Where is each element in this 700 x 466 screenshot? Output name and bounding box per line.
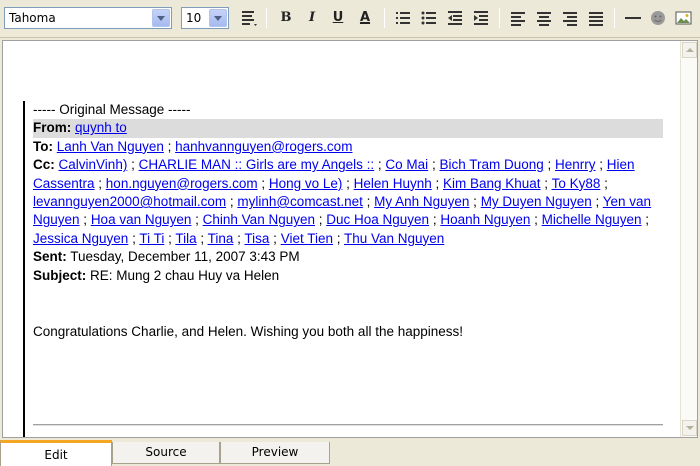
font-family-value: Tahoma: [9, 11, 56, 25]
toolbar-separator: [499, 8, 500, 28]
cc-link[interactable]: Hoa van Nguyen: [91, 212, 192, 227]
cc-link[interactable]: Helen Huynh: [354, 176, 432, 191]
underline-button[interactable]: U: [327, 7, 349, 29]
view-tabs: Edit Source Preview: [0, 440, 700, 466]
cc-link[interactable]: Tisa: [244, 231, 269, 246]
scroll-down-icon[interactable]: [682, 420, 697, 436]
vertical-scrollbar[interactable]: [680, 41, 697, 437]
cc-link[interactable]: Viet Tien: [281, 231, 333, 246]
cc-link[interactable]: Hoanh Nguyen: [440, 212, 530, 227]
indent-icon[interactable]: [470, 7, 492, 29]
bold-button[interactable]: B: [275, 7, 297, 29]
toolbar-separator: [266, 8, 267, 28]
outdent-icon[interactable]: [444, 7, 466, 29]
tab-preview[interactable]: Preview: [220, 442, 330, 464]
toolbar-separator: [384, 8, 385, 28]
cc-link[interactable]: Thu Van Nguyen: [344, 231, 444, 246]
from-link[interactable]: quynh to: [75, 120, 127, 135]
bullet-list-icon[interactable]: [418, 7, 440, 29]
font-color-button[interactable]: A: [354, 7, 376, 29]
original-message-header: ----- Original Message -----: [33, 102, 191, 117]
cc-link[interactable]: Kim Bang Khuat: [443, 176, 541, 191]
cc-link[interactable]: My Duyen Nguyen: [481, 194, 592, 209]
scroll-up-icon[interactable]: [682, 42, 697, 58]
cc-link[interactable]: Chinh Van Nguyen: [203, 212, 315, 227]
to-link[interactable]: Lanh Van Nguyen: [57, 139, 164, 154]
sent-label: Sent:: [33, 249, 67, 265]
align-center-icon[interactable]: [533, 7, 555, 29]
cc-link[interactable]: Tina: [208, 231, 234, 246]
cc-link[interactable]: hon.nguyen@rogers.com: [106, 176, 258, 191]
justify-icon[interactable]: [585, 7, 607, 29]
cc-link[interactable]: Henrry: [555, 157, 596, 172]
cc-line: Cc: CalvinVinh) ; CHARLIE MAN :: Girls a…: [33, 157, 652, 246]
horizontal-rule-icon[interactable]: [622, 7, 644, 29]
cc-link[interactable]: To Ky88: [552, 176, 601, 191]
quoted-message: ----- Original Message ----- From: quynh…: [23, 101, 663, 437]
sent-line: Sent: Tuesday, December 11, 2007 3:43 PM: [33, 248, 663, 266]
emoticon-icon[interactable]: [647, 7, 669, 29]
insert-image-icon[interactable]: [673, 7, 695, 29]
cc-link[interactable]: levannguyen2000@hotmail.com: [33, 194, 226, 209]
tab-source[interactable]: Source: [112, 442, 220, 464]
cc-link[interactable]: Duc Hoa Nguyen: [326, 212, 429, 227]
font-size-select[interactable]: 10: [181, 7, 229, 29]
from-line: From: quynh to: [33, 119, 663, 138]
message-editor[interactable]: ----- Original Message ----- From: quynh…: [2, 40, 698, 438]
cc-label: Cc:: [33, 157, 55, 173]
subject-line: Subject: RE: Mung 2 chau Huy va Helen: [33, 267, 663, 285]
formatting-toolbar: Tahoma 10 B I U A: [0, 0, 700, 38]
subject-value: RE: Mung 2 chau Huy va Helen: [90, 267, 280, 283]
font-family-select[interactable]: Tahoma: [4, 7, 172, 29]
cc-link[interactable]: Jessica Nguyen: [33, 231, 128, 246]
cc-link[interactable]: CHARLIE MAN :: Girls are my Angels ::: [139, 157, 375, 172]
to-line: To: Lanh Van Nguyen ; hanhvannguyen@roge…: [33, 138, 353, 154]
cc-link[interactable]: Tila: [175, 231, 196, 246]
message-body[interactable]: Congratulations Charlie, and Helen. Wish…: [33, 323, 663, 341]
cc-link[interactable]: Bich Tram Duong: [439, 157, 543, 172]
subject-label: Subject:: [33, 267, 87, 283]
cc-link[interactable]: My Anh Nguyen: [374, 194, 469, 209]
cc-link[interactable]: Hong vo Le): [269, 176, 343, 191]
to-link[interactable]: hanhvannguyen@rogers.com: [175, 139, 352, 154]
font-size-value: 10: [186, 11, 202, 25]
numbered-list-icon[interactable]: [392, 7, 414, 29]
align-left-icon[interactable]: [507, 7, 529, 29]
line-height-icon[interactable]: [238, 7, 260, 29]
horizontal-rule: [33, 424, 663, 426]
toolbar-separator: [614, 8, 615, 28]
cc-link[interactable]: mylinh@comcast.net: [237, 194, 363, 209]
chevron-down-icon[interactable]: [209, 9, 227, 27]
tab-edit[interactable]: Edit: [0, 440, 112, 466]
cc-link[interactable]: Ti Ti: [139, 231, 164, 246]
from-label: From:: [33, 120, 72, 136]
italic-button[interactable]: I: [301, 7, 323, 29]
chevron-down-icon[interactable]: [152, 9, 170, 27]
cc-link[interactable]: Co Mai: [385, 157, 428, 172]
font-color-label: A: [359, 10, 371, 25]
to-label: To:: [33, 138, 53, 154]
align-right-icon[interactable]: [559, 7, 581, 29]
sent-value: Tuesday, December 11, 2007 3:43 PM: [70, 249, 300, 265]
cc-link[interactable]: CalvinVinh): [59, 157, 128, 172]
cc-link[interactable]: Michelle Nguyen: [542, 212, 642, 227]
